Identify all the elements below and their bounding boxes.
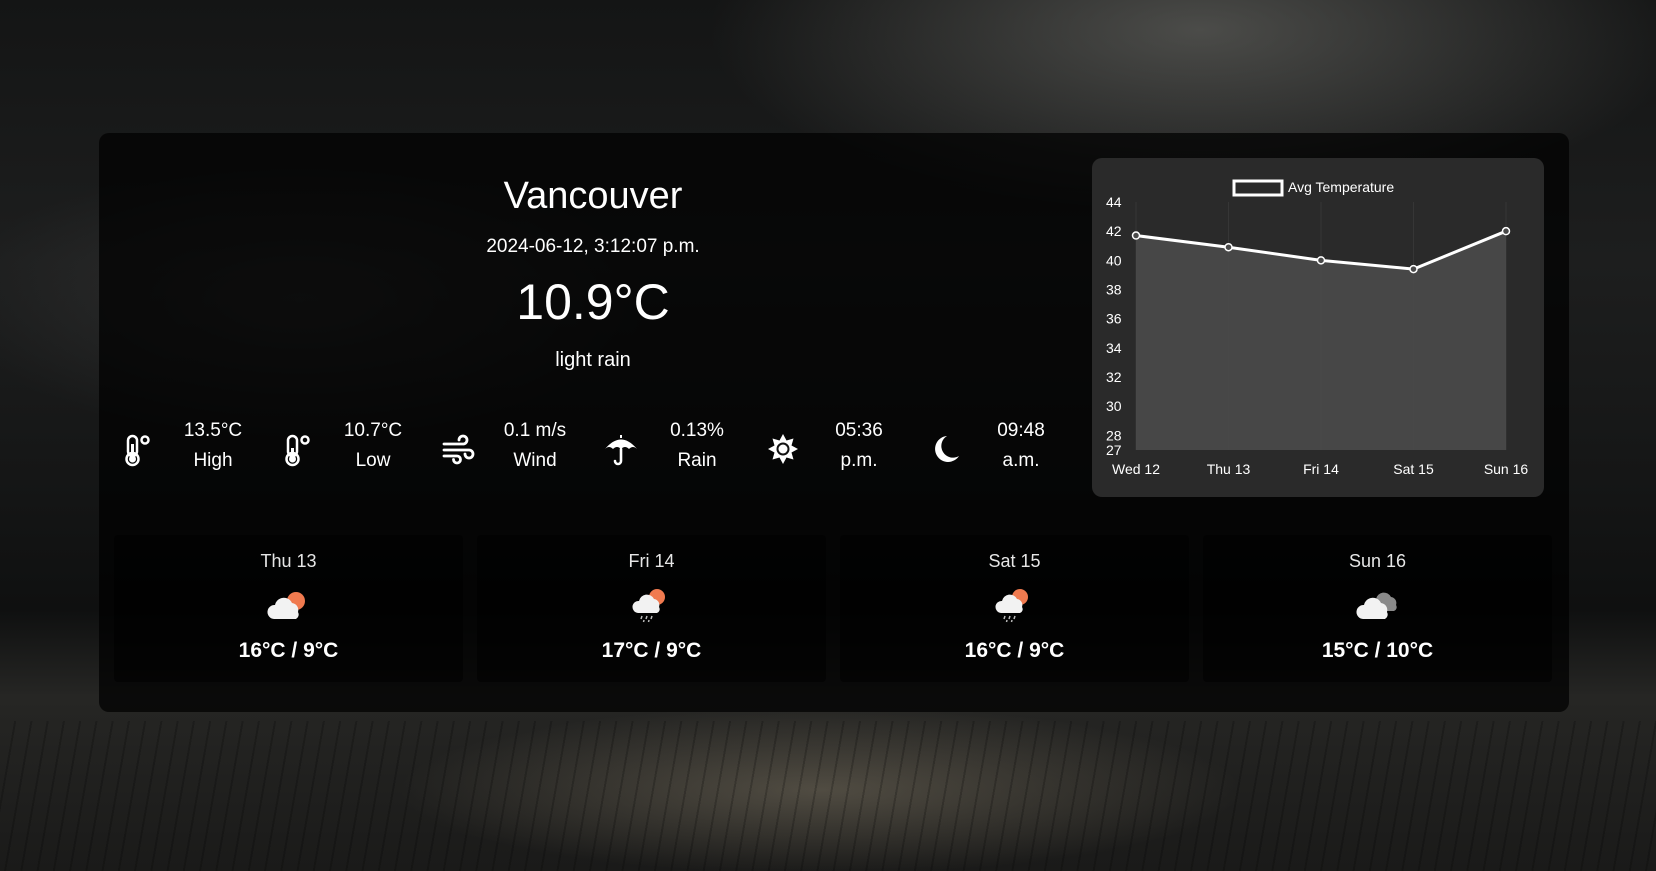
data-point (1131, 231, 1141, 240)
x-tick-label: Fri 14 (1303, 461, 1339, 477)
sun-icon (768, 434, 798, 464)
thermometer-icon (125, 434, 150, 467)
stat-low: 10.7°C Low (279, 416, 437, 486)
legend-label: Avg Temperature (1288, 179, 1394, 195)
stat-moonrise: 09:48 a.m. (927, 416, 1085, 486)
y-tick-label: 40 (1106, 252, 1122, 268)
stat-label: Rain (677, 450, 717, 471)
wind-icon (442, 434, 475, 465)
forecast-range: 16°C / 9°C (238, 639, 339, 662)
y-tick-label: 32 (1106, 369, 1122, 385)
x-tick-label: Sat 15 (1393, 461, 1434, 477)
forecast-day: Thu 13 16°C / 9°C (114, 535, 463, 682)
avg-temperature-chart: Avg Temperature 44 42 40 38 36 34 32 30 28 27 Wed 1… (1092, 158, 1544, 497)
background-scene (0, 721, 1656, 871)
stat-high: 13.5°C High (119, 416, 277, 486)
umbrella-icon (605, 435, 637, 466)
forecast-day-name: Fri 14 (628, 551, 675, 571)
forecast-day-name: Sat 15 (988, 551, 1041, 571)
partly-cloudy-icon (267, 592, 305, 619)
stat-label: Wind (513, 450, 557, 471)
stat-value: 0.1 m/s (503, 420, 567, 441)
current-temperature: 10.9°C (516, 274, 670, 330)
y-tick-label: 38 (1106, 282, 1122, 298)
cloudy-icon (1356, 592, 1397, 619)
forecast-day: Sat 15 16°C / 9°C (840, 535, 1189, 682)
current-datetime: 2024-06-12, 3:12:07 p.m. (486, 236, 700, 257)
forecast-day-name: Thu 13 (260, 551, 317, 571)
stats-row: 13.5°C High 10.7°C Low 0.1 m/s Wind 0.13… (119, 416, 1079, 486)
stat-value: 0.13% (670, 420, 724, 441)
city-name: Vancouver (503, 175, 683, 217)
thermometer-icon (285, 434, 310, 467)
rain-cloud-sun-icon (995, 589, 1028, 623)
stat-label: p.m. (840, 450, 878, 471)
stat-value: 13.5°C (183, 420, 243, 441)
x-tick-label: Thu 13 (1207, 461, 1251, 477)
y-tick-label: 36 (1106, 311, 1122, 327)
stat-value: 09:48 (997, 420, 1045, 441)
y-tick-label: 42 (1106, 223, 1122, 239)
weather-description: light rain (555, 349, 631, 371)
forecast-day: Sun 16 15°C / 10°C (1203, 535, 1552, 682)
data-point (1409, 264, 1418, 274)
data-point (1316, 256, 1326, 265)
legend-swatch (1232, 179, 1284, 197)
forecast-range: 15°C / 10°C (1321, 639, 1434, 662)
stat-label: a.m. (1002, 450, 1040, 471)
data-point (1224, 242, 1233, 252)
forecast-range: 16°C / 9°C (964, 639, 1065, 662)
y-tick-label: 28 (1106, 427, 1122, 443)
forecast-day-name: Sun 16 (1348, 551, 1407, 571)
y-tick-label: 44 (1106, 194, 1122, 210)
forecast-range: 17°C / 9°C (601, 639, 702, 662)
current-weather: Vancouver 2024-06-12, 3:12:07 p.m. 10.9°… (99, 133, 1179, 523)
y-tick-label: 30 (1106, 398, 1122, 414)
stat-value: 10.7°C (343, 420, 403, 441)
stat-label: Low (355, 450, 391, 471)
stat-label: High (193, 450, 233, 471)
moon-icon (935, 436, 959, 462)
x-tick-label: Sun 16 (1484, 461, 1529, 477)
stat-sunset: 05:36 p.m. (765, 416, 923, 486)
rain-cloud-sun-icon (632, 589, 665, 623)
y-tick-label: 34 (1106, 340, 1122, 356)
stat-rain: 0.13% Rain (603, 416, 761, 486)
chart-svg: Avg Temperature 44 42 40 38 36 34 32 30 2827 Wed 1… (1106, 179, 1529, 477)
forecast-day: Fri 14 17°C / 9°C (477, 535, 826, 682)
stat-value: 05:36 (835, 420, 883, 441)
y-tick-label: 27 (1106, 442, 1122, 458)
weather-card: Vancouver 2024-06-12, 3:12:07 p.m. 10.9°… (99, 133, 1569, 712)
stat-wind: 0.1 m/s Wind (441, 416, 599, 486)
x-tick-label: Wed 12 (1112, 461, 1160, 477)
forecast-row: Thu 13 16°C / 9°C Fri 14 17°C / 9°C Sat … (114, 535, 1554, 682)
data-point (1501, 226, 1511, 236)
